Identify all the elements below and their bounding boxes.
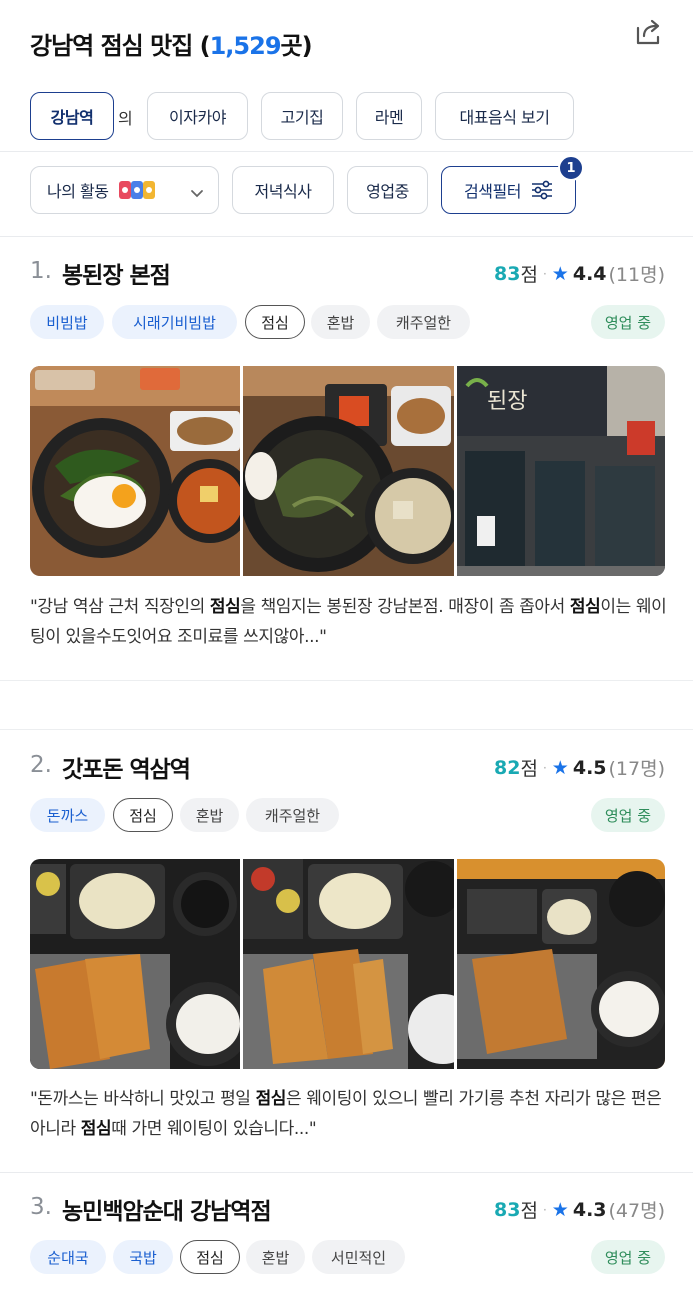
tag[interactable]: 국밥 xyxy=(113,1240,173,1274)
food-photo[interactable] xyxy=(243,366,454,576)
particle-text: 의 xyxy=(118,109,133,128)
tag[interactable]: 비빔밥 xyxy=(30,305,104,339)
my-activity-dropdown[interactable]: 나의 활동 xyxy=(30,166,219,214)
section-gap xyxy=(0,680,693,730)
location-chip[interactable]: 강남역 xyxy=(30,92,114,140)
representative-food-button[interactable]: 대표음식 보기 xyxy=(435,92,574,140)
restaurant-card[interactable]: 3. 농민백암순대 강남역점 83 점 · ★ 4.3 (47명) 순대국 국밥… xyxy=(0,1172,693,1300)
tag[interactable]: 점심 xyxy=(180,1240,240,1274)
score-summary: 83 점 · ★ 4.3 (47명) xyxy=(494,1196,665,1223)
dinner-filter-chip[interactable]: 저녁식사 xyxy=(232,166,334,214)
tag[interactable]: 캐주얼한 xyxy=(246,798,339,832)
rank-number: 2. xyxy=(30,752,52,778)
restaurant-name[interactable]: 갓포돈 역삼역 xyxy=(62,750,191,784)
food-photo[interactable] xyxy=(243,859,454,1069)
sliders-icon xyxy=(531,180,553,200)
activity-badges-icon xyxy=(118,179,158,201)
keyword-row: 강남역 의 이자카야 고기집 라멘 대표음식 보기 xyxy=(0,92,693,142)
tag[interactable]: 점심 xyxy=(245,305,305,339)
review-count: (11명) xyxy=(608,264,665,286)
status-badge: 영업 중 xyxy=(590,1240,665,1274)
tag[interactable]: 혼밥 xyxy=(311,305,370,339)
tag[interactable]: 혼밥 xyxy=(246,1240,305,1274)
svg-text:된장: 된장 xyxy=(487,389,527,414)
score-value: 83 xyxy=(494,262,521,285)
header: 강남역 점심 맛집 (1,529곳) xyxy=(0,0,693,88)
restaurant-exterior-photo[interactable]: 된장 xyxy=(457,366,665,576)
rank-number: 3. xyxy=(30,1194,52,1220)
rating-value: 4.5 xyxy=(572,756,607,779)
review-snippet: "강남 역삼 근처 직장인의 점심을 책임지는 봉된장 강남본점. 매장이 좀 … xyxy=(30,597,667,647)
chevron-down-icon xyxy=(190,184,204,203)
tag[interactable]: 순대국 xyxy=(30,1240,106,1274)
search-filter-button[interactable]: 검색필터 xyxy=(441,166,576,214)
filter-count-badge: 1 xyxy=(558,155,584,181)
star-icon: ★ xyxy=(551,262,569,285)
tag[interactable]: 서민적인 xyxy=(312,1240,405,1274)
tag[interactable]: 혼밥 xyxy=(180,798,239,832)
tag[interactable]: 시래기비빔밥 xyxy=(112,305,237,339)
tag[interactable]: 돈까스 xyxy=(30,798,105,832)
filter-row: 나의 활동 저녁식사 영업중 검색필터 1 xyxy=(0,155,693,218)
rating-value: 4.4 xyxy=(572,262,607,285)
keyword-chip-izakaya[interactable]: 이자카야 xyxy=(147,92,248,140)
star-icon: ★ xyxy=(551,1198,569,1221)
score-summary: 83 점 · ★ 4.4 (11명) xyxy=(494,260,665,287)
review-count: (17명) xyxy=(608,758,665,780)
search-filter-label: 검색필터 xyxy=(464,182,521,201)
tag[interactable]: 캐주얼한 xyxy=(377,305,470,339)
divider xyxy=(0,151,693,152)
page-title: 강남역 점심 맛집 (1,529곳) xyxy=(30,32,313,60)
keyword-chip-bbq[interactable]: 고기집 xyxy=(261,92,343,140)
share-icon[interactable] xyxy=(632,16,666,50)
status-badge: 영업 중 xyxy=(590,798,665,832)
review-snippet: "돈까스는 바삭하니 맛있고 평일 점심은 웨이팅이 있으니 빨리 가기릉 추천… xyxy=(30,1089,662,1139)
review-count: (47명) xyxy=(608,1200,665,1222)
score-value: 82 xyxy=(494,756,521,779)
score-summary: 82 점 · ★ 4.5 (17명) xyxy=(494,754,665,781)
my-activity-label: 나의 활동 xyxy=(47,182,109,201)
food-photo[interactable] xyxy=(30,859,240,1069)
rating-value: 4.3 xyxy=(572,1198,607,1221)
rank-number: 1. xyxy=(30,258,52,284)
result-count: 1,529 xyxy=(209,32,282,60)
tag[interactable]: 점심 xyxy=(113,798,173,832)
score-value: 83 xyxy=(494,1198,521,1221)
star-icon: ★ xyxy=(551,756,569,779)
restaurant-name[interactable]: 봉된장 본점 xyxy=(62,256,171,290)
status-badge: 영업 중 xyxy=(590,305,665,339)
food-photo[interactable] xyxy=(30,366,240,576)
keyword-chip-ramen[interactable]: 라멘 xyxy=(356,92,422,140)
restaurant-card[interactable]: 1. 봉된장 본점 83 점 · ★ 4.4 (11명) 비빔밥 시래기비빔밥 … xyxy=(0,236,693,680)
open-now-filter-chip[interactable]: 영업중 xyxy=(347,166,428,214)
restaurant-name[interactable]: 농민백암순대 강남역점 xyxy=(62,1192,272,1226)
food-photo[interactable] xyxy=(457,859,665,1069)
restaurant-card[interactable]: 2. 갓포돈 역삼역 82 점 · ★ 4.5 (17명) 돈까스 점심 혼밥 … xyxy=(0,730,693,1171)
